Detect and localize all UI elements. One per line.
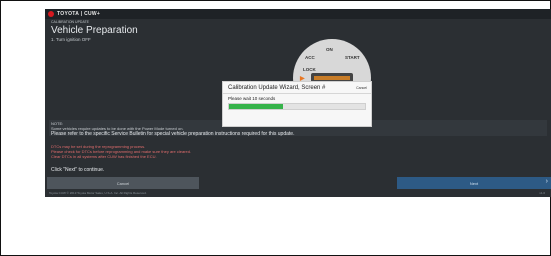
dialog-divider xyxy=(223,93,371,94)
breadcrumb: CALIBRATION UPDATE xyxy=(51,20,89,24)
top-bar: TOYOTA | CUW+ xyxy=(45,9,551,19)
key-blade xyxy=(314,76,350,80)
footer-version: v1.0 xyxy=(539,191,545,195)
next-button-label: Next xyxy=(469,180,479,186)
ignition-start-label: START xyxy=(345,55,360,60)
step-instruction: 1. Turn ignition OFF xyxy=(51,37,91,42)
click-next-instruction: Click "Next" to continue. xyxy=(51,167,105,173)
progress-bar-fill xyxy=(229,104,284,109)
screenshot-frame: TOYOTA | CUW+ CALIBRATION UPDATE Vehicle… xyxy=(0,0,551,256)
ignition-acc-label: ACC xyxy=(305,55,315,60)
ignition-lock-label: LOCK xyxy=(303,67,316,72)
chevron-right-icon: › xyxy=(545,178,548,185)
brand-title: TOYOTA | CUW+ xyxy=(57,11,101,17)
progress-bar xyxy=(228,103,366,110)
warning-line-3: Clear DTCs in all systems after CUW has … xyxy=(51,154,157,159)
dialog-title: Calibration Update Wizard, Screen # xyxy=(228,85,326,91)
calibration-wizard-dialog: Calibration Update Wizard, Screen # Canc… xyxy=(222,81,372,127)
footer-copyright: Toyota CUW © 2013 Toyota Motor Sales, U.… xyxy=(49,191,147,195)
cancel-button[interactable]: Cancel xyxy=(47,177,199,189)
note-line-2: Please refer to the specific Service Bul… xyxy=(51,131,295,137)
toyota-logo-icon xyxy=(48,11,54,17)
dialog-cancel-link[interactable]: Cancel xyxy=(356,86,367,90)
page-title: Vehicle Preparation xyxy=(51,25,138,36)
ignition-on-label: ON xyxy=(326,47,333,52)
next-button[interactable]: Next › xyxy=(397,177,551,189)
dialog-message: Please wait 10 seconds xyxy=(228,96,276,101)
